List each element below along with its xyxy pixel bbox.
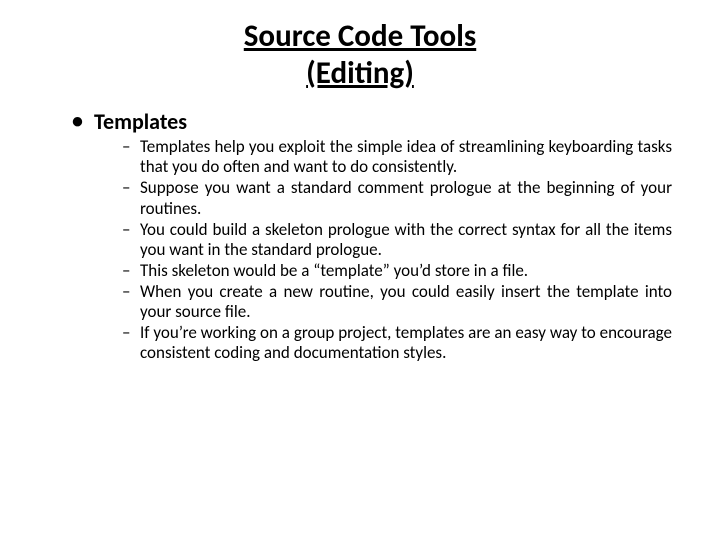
list-item: You could build a skeleton prologue with…: [122, 220, 672, 260]
list-item: If you’re working on a group project, te…: [122, 323, 672, 363]
list-item: Templates help you exploit the simple id…: [122, 137, 672, 177]
slide: Source Code Tools (Editing) Templates Te…: [0, 0, 720, 540]
section-heading: Templates Templates help you exploit the…: [72, 108, 672, 363]
outer-list: Templates Templates help you exploit the…: [48, 108, 672, 363]
slide-title: Source Code Tools (Editing): [48, 18, 672, 92]
title-line-1: Source Code Tools: [244, 17, 476, 55]
section-heading-text: Templates: [94, 108, 187, 135]
list-item: This skeleton would be a “template” you’…: [122, 261, 672, 281]
title-line-2: (Editing): [306, 54, 414, 92]
list-item: Suppose you want a standard comment prol…: [122, 178, 672, 218]
inner-list: Templates help you exploit the simple id…: [94, 137, 672, 363]
list-item: When you create a new routine, you could…: [122, 282, 672, 322]
